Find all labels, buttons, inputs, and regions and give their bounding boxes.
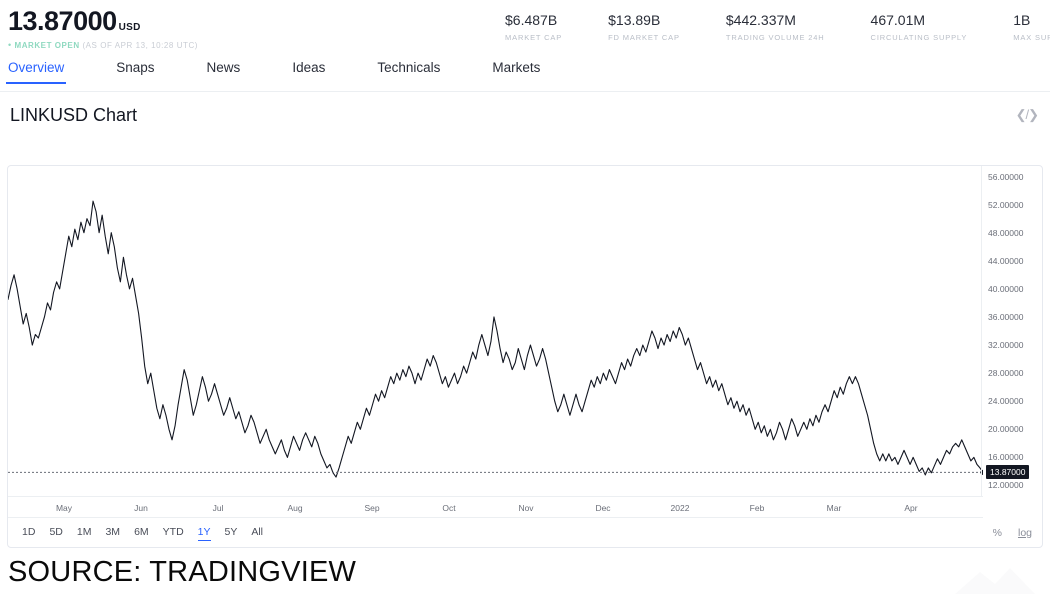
source-caption: SOURCE: TRADINGVIEW [8, 556, 357, 588]
stat-fd-market-cap: $13.89B FD MARKET CAP [608, 12, 680, 42]
x-axis-tick: Mar [826, 503, 842, 513]
x-axis[interactable]: May Jun Jul Aug Sep Oct Nov Dec 2022 Feb Mar Apr [8, 496, 983, 518]
price-block: 13.87000 USD • MARKET OPEN (AS OF APR 13… [8, 6, 198, 50]
current-price-badge: 13.87000 [986, 465, 1030, 480]
y-axis-tick: 24.00000 [988, 396, 1024, 407]
symbol-header: 13.87000 USD • MARKET OPEN (AS OF APR 13… [0, 0, 1050, 60]
log-scale-toggle[interactable]: log [1018, 527, 1032, 539]
x-axis-tick: Sep [364, 503, 380, 513]
tab-markets[interactable]: Markets [492, 60, 540, 84]
x-axis-tick: Oct [442, 503, 456, 513]
stat-value: 1B [1013, 12, 1031, 28]
watermark-logo [950, 564, 1040, 598]
range-selector: 1D 5D 1M 3M 6M YTD 1Y 5Y All [22, 526, 277, 541]
y-axis-tick: 32.00000 [988, 340, 1024, 351]
price-line-path [8, 200, 983, 478]
stat-market-cap: $6.487B MARKET CAP [505, 12, 562, 42]
range-1y[interactable]: 1Y [197, 526, 211, 541]
range-5y[interactable]: 5Y [225, 526, 238, 540]
percent-scale-toggle[interactable]: % [993, 527, 1002, 539]
stats-row: $6.487B MARKET CAP $13.89B FD MARKET CAP $44… [505, 12, 1050, 42]
y-axis-tick: 16.00000 [988, 452, 1024, 463]
stat-trading-volume-24h: $442.337M TRADING VOLUME 24H [726, 12, 825, 42]
stat-value: $442.337M [725, 12, 796, 28]
stat-label: TRADING VOLUME 24H [725, 33, 825, 42]
y-axis-tick: 20.00000 [988, 424, 1024, 435]
market-status: MARKET OPEN [14, 41, 80, 50]
y-axis-tick: 36.00000 [988, 311, 1024, 322]
nav-tabs: Overview Snaps News Ideas Technicals Markets [0, 60, 1050, 92]
tab-snaps[interactable]: Snaps [116, 60, 154, 84]
x-axis-tick: Dec [595, 503, 611, 513]
range-1d[interactable]: 1D [22, 526, 35, 540]
y-axis-tick: 56.00000 [988, 171, 1024, 182]
stat-label: MARKET CAP [505, 33, 563, 42]
chart-toolbar: 1D 5D 1M 3M 6M YTD 1Y 5Y All % log [8, 518, 1044, 547]
market-status-line: • MARKET OPEN (AS OF APR 13, 10:28 UTC) [8, 40, 198, 50]
y-axis-tick: 52.00000 [988, 199, 1024, 210]
tab-technicals[interactable]: Technicals [377, 60, 440, 84]
stat-circulating-supply: 467.01M CIRCULATING SUPPLY [871, 12, 968, 42]
range-6m[interactable]: 6M [134, 526, 149, 540]
code-embed-icon[interactable]: ❮/❯ [1016, 107, 1039, 123]
range-all[interactable]: All [251, 526, 263, 540]
tradingview-widget: 13.87000 USD • MARKET OPEN (AS OF APR 13… [0, 0, 1050, 600]
current-price: 13.87000 [8, 6, 117, 36]
x-axis-tick: Nov [518, 503, 534, 513]
stat-value: 467.01M [870, 12, 926, 28]
range-1m[interactable]: 1M [77, 526, 92, 540]
x-axis-tick: Aug [287, 503, 303, 513]
status-dot-icon: • [8, 40, 12, 50]
stat-label: FD MARKET CAP [608, 33, 680, 42]
range-5d[interactable]: 5D [49, 526, 62, 540]
range-3m[interactable]: 3M [105, 526, 120, 540]
tab-overview[interactable]: Overview [5, 60, 67, 84]
currency-label: USD [118, 22, 141, 33]
plot-area[interactable] [8, 166, 983, 496]
chart-panel: 56.00000 52.00000 48.00000 44.00000 40.00000… [7, 165, 1043, 548]
tab-news[interactable]: News [207, 60, 241, 84]
y-axis-tick: 12.00000 [988, 480, 1024, 491]
y-axis-tick: 40.00000 [988, 283, 1024, 294]
x-axis-tick: Feb [749, 503, 765, 513]
stat-value: $13.89B [608, 12, 661, 28]
y-axis-tick: 44.00000 [988, 255, 1024, 266]
x-axis-tick: Jun [134, 503, 148, 513]
chart-header: LINKUSD Chart ❮/❯ [0, 92, 1050, 138]
stat-max-supply: 1B MAX SUPPLY [1013, 12, 1050, 42]
range-ytd[interactable]: YTD [163, 526, 184, 540]
price-line-chart [8, 200, 983, 478]
stat-label: CIRCULATING SUPPLY [870, 33, 968, 42]
y-axis-tick: 28.00000 [988, 368, 1024, 379]
y-axis-tick: 48.00000 [988, 227, 1024, 238]
x-axis-tick: 2022 [670, 503, 690, 513]
stat-label: MAX SUPPLY [1013, 33, 1050, 42]
x-axis-tick: May [55, 503, 73, 513]
tab-ideas[interactable]: Ideas [292, 60, 325, 84]
market-asof: (AS OF APR 13, 10:28 UTC) [82, 41, 198, 50]
x-axis-tick: Apr [904, 503, 918, 513]
y-axis[interactable]: 56.00000 52.00000 48.00000 44.00000 40.00000… [981, 166, 1042, 496]
x-axis-tick: Jul [212, 503, 224, 513]
scale-toggles: % log [977, 527, 1032, 539]
stat-value: $6.487B [505, 12, 558, 28]
page-title: LINKUSD Chart [10, 104, 138, 125]
